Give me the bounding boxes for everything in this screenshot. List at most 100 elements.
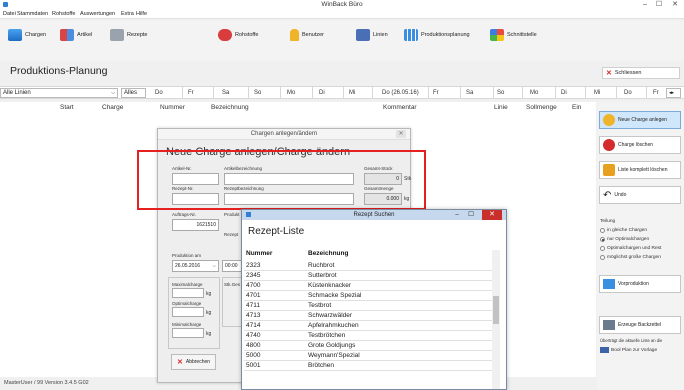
produktion-time-field[interactable]: 00:00 (222, 260, 242, 272)
auftrags-nr-field[interactable]: 1621510 (172, 219, 219, 231)
day-label[interactable]: Do (624, 90, 632, 96)
day-label[interactable]: Fr (433, 90, 439, 96)
column-header[interactable]: Sollmenge (526, 104, 557, 111)
toolbar-schnittstelle-button[interactable]: Schnittstelle (490, 25, 537, 45)
schnittstelle-icon (490, 29, 504, 41)
table-row[interactable]: 4700 Küstenknacker (244, 281, 494, 291)
toolbar-rohstoffe-button[interactable]: Rohstoffe (218, 25, 258, 45)
auftrags-nr-label: Auftrags-Nr. (172, 212, 197, 217)
day-label[interactable]: Fr (653, 90, 659, 96)
table-row[interactable]: 4714 Apfelrahmkuchen (244, 321, 494, 331)
menu-datei[interactable]: Datei (3, 11, 16, 17)
stk-ges-label: Stk.Ges (224, 282, 241, 287)
table-row[interactable]: 4740 Testbrötchen (244, 331, 494, 341)
column-header[interactable]: Bezeichnung (211, 104, 249, 111)
day-label[interactable]: Di (319, 90, 325, 96)
day-label[interactable]: Mi (349, 90, 355, 96)
maximalcharge-field[interactable] (172, 288, 204, 298)
popup-maximize-button[interactable]: ☐ (466, 210, 476, 220)
day-label[interactable]: Di (561, 90, 567, 96)
column-header-bezeichnung[interactable]: Bezeichnung (308, 250, 348, 257)
backzettel-button[interactable]: Erzeuge Backzettel (599, 316, 681, 334)
toolbar-chargen-button[interactable]: Chargen (8, 25, 46, 45)
alles-button[interactable]: Alles (121, 88, 146, 98)
cancel-x-icon: ✕ (177, 359, 183, 366)
menu-auswertungen[interactable]: Auswertungen (80, 11, 115, 17)
scrollbar-thumb[interactable] (493, 296, 499, 324)
popup-minimize-button[interactable]: – (452, 210, 462, 220)
column-header[interactable]: Kommentar (383, 104, 417, 111)
neue-charge-button[interactable]: Neue Charge anlegen (599, 111, 681, 129)
table-row[interactable]: 4701 Schmacke Spezial (244, 291, 494, 301)
table-row[interactable]: 5001 Brötchen (244, 361, 494, 371)
menu-hilfe[interactable]: Hilfe (136, 11, 147, 17)
page-title: Produktions-Planung (10, 65, 108, 77)
minimize-button[interactable]: – (638, 0, 652, 10)
day-label[interactable]: Fr (188, 90, 194, 96)
day-label-today[interactable]: Do (26.05.16) (382, 90, 419, 96)
radio-gleiche-chargen[interactable]: in gleiche Chargen (600, 228, 647, 233)
day-label[interactable]: Sa (466, 90, 473, 96)
printer-icon (603, 320, 615, 330)
rezept-suchen-window: Rezept Suchen – ☐ ✕ Rezept-Liste Nummer … (241, 209, 507, 390)
radio-nur-optimalchargen[interactable]: nur Optimalchargen (600, 237, 649, 242)
maximize-button[interactable]: ☐ (652, 0, 666, 10)
table-row[interactable]: 5000 Weymann'Spezial (244, 351, 494, 361)
menu-extra[interactable]: Extra (121, 11, 134, 17)
column-header[interactable]: Ein (572, 104, 581, 111)
dialog-title: Chargen anlegen/ändern (158, 129, 410, 140)
table-row[interactable]: 2345 Sutterbrot (244, 271, 494, 281)
column-header[interactable]: Linie (494, 104, 508, 111)
table-row[interactable]: 4713 Schwarzwälder (244, 311, 494, 321)
schliessen-button[interactable]: ✕ Schliessen (602, 67, 680, 79)
maximalcharge-label: Maximalcharge (172, 282, 203, 287)
column-header[interactable]: Nummer (160, 104, 185, 111)
delete-icon (603, 139, 615, 151)
menu-stammdaten[interactable]: Stammdaten (17, 11, 48, 17)
vorproduktion-button[interactable]: Vorproduktion (599, 275, 681, 293)
day-label[interactable]: So (497, 90, 504, 96)
day-label[interactable]: Mi (594, 90, 600, 96)
menu-rohstoffe[interactable]: Rohstoffe (52, 11, 75, 17)
toolbar-produktionsplanung-button[interactable]: Produktionsplanung (404, 25, 470, 45)
backzettel-note: Überträgt die aktuelle Liste an die (600, 338, 663, 343)
day-label[interactable]: Do (155, 90, 163, 96)
day-label[interactable]: Mo (530, 90, 538, 96)
liste-loeschen-button[interactable]: Liste komplett löschen (599, 161, 681, 179)
popup-close-button[interactable]: ✕ (482, 210, 502, 220)
table-row[interactable]: 4711 Testbrot (244, 301, 494, 311)
optimalcharge-field[interactable] (172, 307, 204, 317)
radio-optimal-und-rest[interactable]: Optimalchargen und Rest (600, 246, 661, 251)
column-header[interactable]: Start (60, 104, 74, 111)
scrollbar[interactable] (492, 250, 500, 389)
charge-loeschen-button[interactable]: Charge löschen (599, 136, 681, 154)
rezepte-icon (110, 29, 124, 41)
minimalcharge-field[interactable] (172, 328, 204, 338)
linien-select[interactable]: Alle Linien ⌵ (0, 88, 118, 98)
day-label[interactable]: Mo (287, 90, 295, 96)
toolbar-artikel-button[interactable]: Artikel (60, 25, 92, 45)
bool-plan-icon (600, 347, 609, 353)
dialog-close-button[interactable]: ✕ (396, 130, 406, 138)
table-row[interactable]: 4800 Grote Goldjungs (244, 341, 494, 351)
column-header[interactable]: Charge (102, 104, 123, 111)
bool-plan-link[interactable]: Bool Plan zur Vorlage (600, 347, 657, 353)
day-label[interactable]: Sa (222, 90, 229, 96)
chargen-icon (8, 29, 22, 41)
chevron-down-icon: ⌵ (111, 90, 115, 96)
radio-grosse-chargen[interactable]: möglichst große Chargen (600, 255, 661, 260)
produktion-date-field[interactable]: 26.05.2016 ⌵ (172, 260, 219, 272)
day-label[interactable]: So (254, 90, 261, 96)
teilung-label: Teilung (600, 219, 616, 224)
table-row[interactable]: 2323 Ruchbrot (244, 261, 494, 271)
close-window-button[interactable]: ✕ (668, 0, 682, 10)
undo-button[interactable]: ↶ Undo (599, 186, 681, 204)
close-x-icon: ✕ (606, 70, 612, 77)
toolbar-rezepte-button[interactable]: Rezepte (110, 25, 148, 45)
toolbar-benutzer-button[interactable]: Benutzer (290, 25, 324, 45)
day-scroll-arrows[interactable]: ◂▸ (666, 88, 681, 98)
abbrechen-button[interactable]: ✕ Abbrechen (171, 354, 216, 370)
column-header-nummer[interactable]: Nummer (246, 250, 272, 257)
toolbar-linien-button[interactable]: Linien (356, 25, 388, 45)
produkt-label: Produkt (224, 212, 240, 217)
